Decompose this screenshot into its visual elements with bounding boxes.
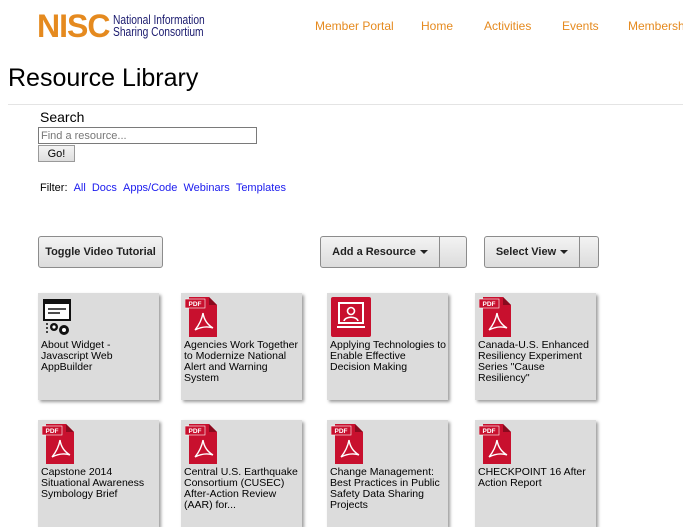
resource-card[interactable]: PDF Change Management: Best Practices in… [327, 420, 448, 527]
widget-config-icon [42, 297, 74, 337]
resource-title[interactable]: About Widget - Javascript Web AppBuilder [41, 340, 159, 373]
pdf-icon: PDF [184, 424, 217, 464]
add-resource-dropdown[interactable]: Add a Resource [320, 236, 467, 268]
resource-card[interactable]: PDF CHECKPOINT 16 After Action Report [475, 420, 596, 527]
pdf-icon: PDF [184, 297, 217, 337]
pdf-icon: PDF [478, 424, 511, 464]
svg-text:PDF: PDF [189, 428, 202, 435]
pdf-icon: PDF [478, 424, 511, 464]
resource-card[interactable]: PDF Central U.S. Earthquake Consortium (… [181, 420, 302, 527]
resource-title[interactable]: Change Management: Best Practices in Pub… [330, 467, 448, 511]
search-input[interactable] [38, 127, 257, 144]
svg-text:PDF: PDF [189, 301, 202, 308]
resource-title[interactable]: Applying Technologies to Enable Effectiv… [330, 340, 448, 373]
nav-activities[interactable]: Activities [484, 19, 531, 33]
resource-card[interactable]: Applying Technologies to Enable Effectiv… [327, 293, 448, 400]
resource-title[interactable]: CHECKPOINT 16 After Action Report [478, 467, 596, 489]
resource-title[interactable]: Canada-U.S. Enhanced Resiliency Experime… [478, 340, 596, 384]
pdf-icon: PDF [330, 424, 363, 464]
page-title: Resource Library [8, 64, 199, 92]
nav-overflow: Membershi [628, 19, 683, 35]
toggle-video-tutorial-label: Toggle Video Tutorial [45, 246, 156, 258]
resource-card[interactable]: PDF Canada-U.S. Enhanced Resiliency Expe… [475, 293, 596, 400]
pdf-icon: PDF [41, 424, 74, 464]
go-button[interactable]: Go! [38, 145, 75, 162]
add-resource-button[interactable]: Add a Resource [321, 237, 440, 267]
widget-config-icon [43, 299, 71, 335]
main-nav: Member Portal Home Activities Events [0, 19, 683, 35]
svg-text:PDF: PDF [46, 428, 59, 435]
add-resource-label: Add a Resource [332, 246, 416, 258]
pdf-icon: PDF [41, 424, 74, 464]
filter-templates[interactable]: Templates [236, 182, 286, 194]
pdf-icon: PDF [330, 424, 363, 464]
nav-membership[interactable]: Membershi [628, 19, 683, 33]
svg-text:PDF: PDF [483, 301, 496, 308]
select-view-dropdown[interactable]: Select View [484, 236, 599, 268]
pdf-icon: PDF [478, 297, 511, 337]
pdf-icon: PDF [184, 424, 217, 464]
svg-text:PDF: PDF [335, 428, 348, 435]
resource-title[interactable]: Central U.S. Earthquake Consortium (CUSE… [184, 467, 302, 511]
pdf-icon: PDF [478, 297, 511, 337]
toggle-video-tutorial-button[interactable]: Toggle Video Tutorial [38, 236, 163, 268]
resource-card[interactable]: PDF Agencies Work Together to Modernize … [181, 293, 302, 400]
nav-member-portal[interactable]: Member Portal [315, 19, 394, 33]
search-label: Search [40, 109, 85, 125]
nav-events[interactable]: Events [562, 19, 599, 33]
divider [8, 104, 683, 105]
presentation-icon [331, 297, 371, 337]
select-view-button[interactable]: Select View [485, 237, 580, 267]
caret-down-icon [419, 250, 428, 254]
filter-docs[interactable]: Docs [92, 182, 117, 194]
resource-title[interactable]: Capstone 2014 Situational Awareness Symb… [41, 467, 159, 500]
presentation-icon [331, 297, 371, 337]
filter-all[interactable]: All [74, 182, 86, 194]
nav-home[interactable]: Home [421, 19, 453, 33]
svg-text:PDF: PDF [483, 428, 496, 435]
resource-card[interactable]: About Widget - Javascript Web AppBuilder [38, 293, 159, 400]
resource-title[interactable]: Agencies Work Together to Modernize Nati… [184, 340, 302, 384]
pdf-icon: PDF [184, 297, 217, 337]
filter-webinars[interactable]: Webinars [183, 182, 229, 194]
caret-down-icon [560, 250, 569, 254]
select-view-label: Select View [495, 246, 557, 258]
filter-label: Filter: [40, 182, 68, 194]
filter-apps-code[interactable]: Apps/Code [123, 182, 177, 194]
filter-bar: Filter: All Docs Apps/Code Webinars Temp… [40, 182, 286, 194]
resource-card[interactable]: PDF Capstone 2014 Situational Awareness … [38, 420, 159, 527]
